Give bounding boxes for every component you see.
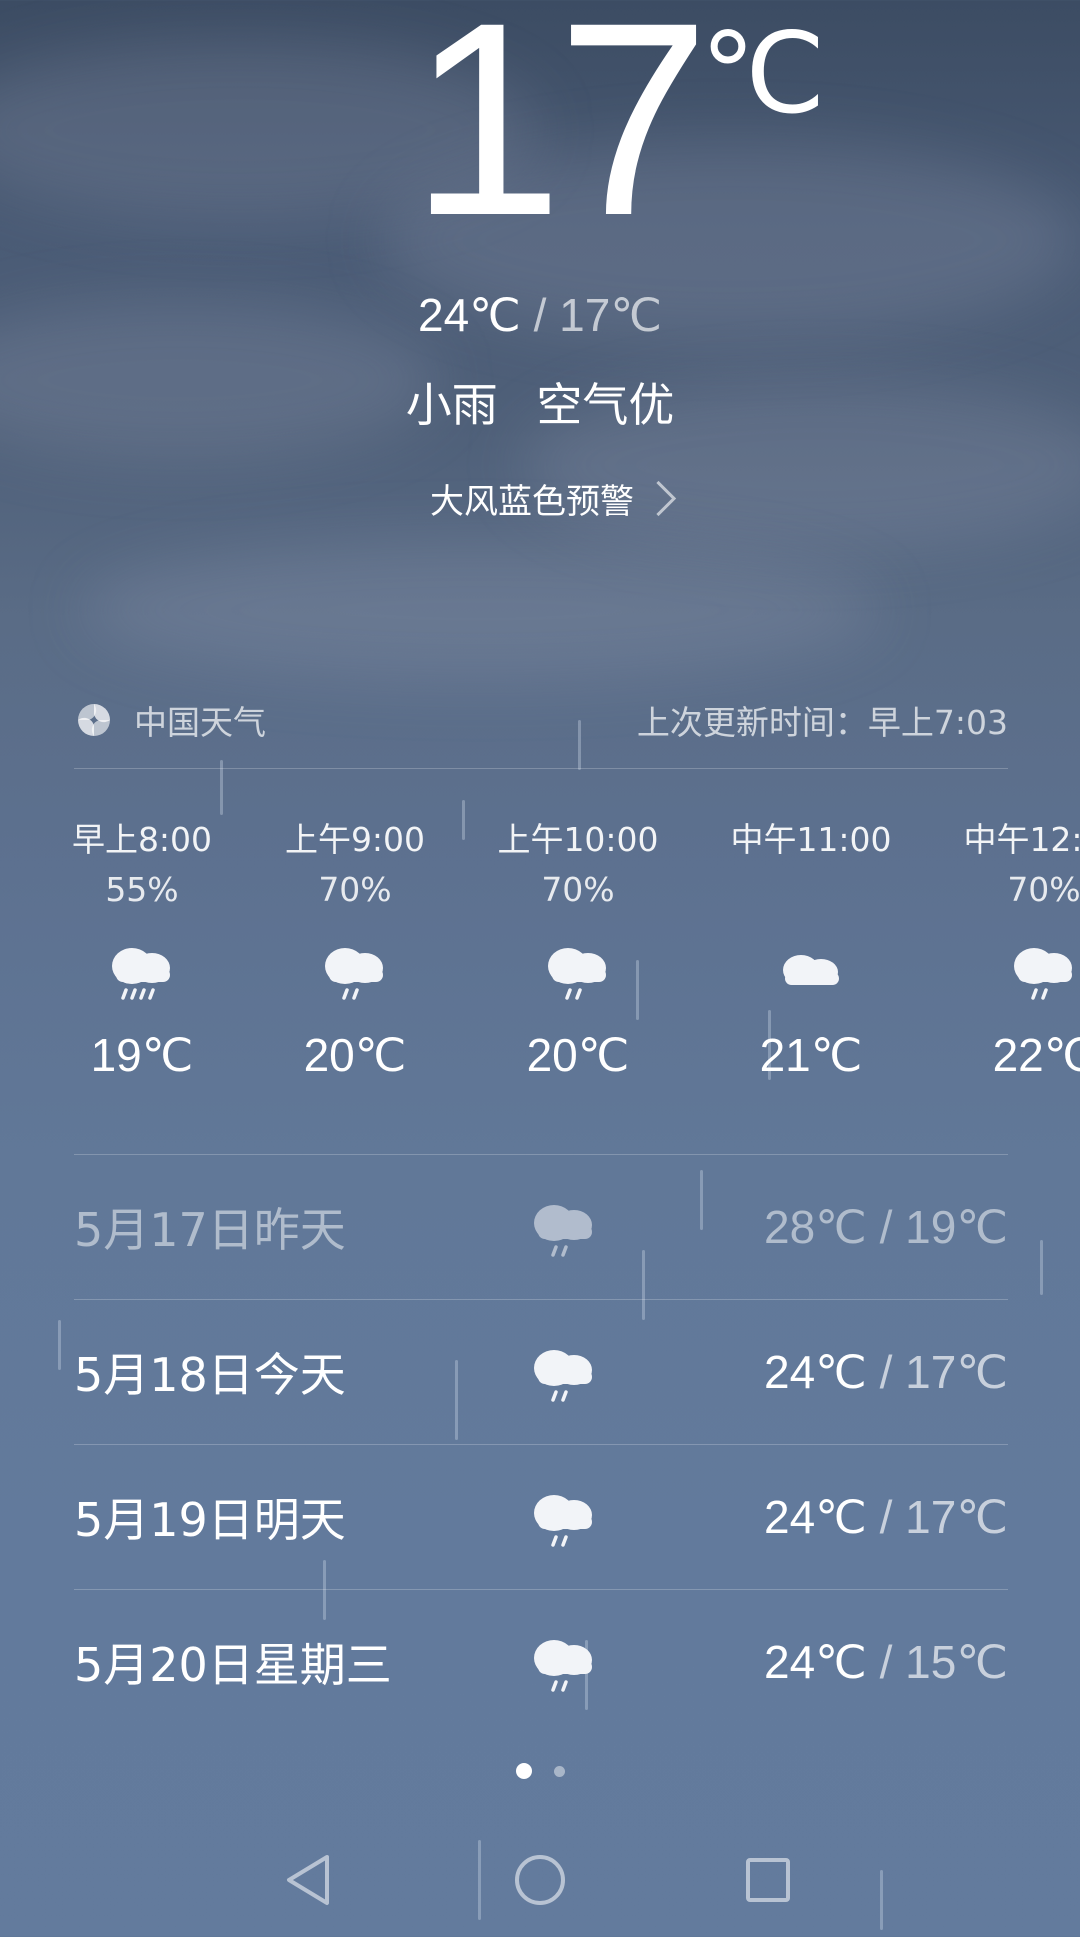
hour-temp: 20℃ [303,1029,407,1081]
day-date: 5月17日昨天 [74,1203,346,1257]
hourly-item: 中午11:00 21℃ [711,815,911,1085]
day-high: 28℃ [764,1201,867,1253]
daily-row[interactable]: 5月17日昨天 28℃ / 19℃ [74,1155,1008,1299]
rain-light-icon [478,915,678,1025]
range-separator: / [879,1201,893,1253]
range-separator: / [879,1346,893,1398]
rain-light-icon [504,1195,624,1259]
air-quality-text: 空气优 [536,378,675,432]
range-separator: / [879,1491,893,1543]
hourly-item: 中午12:00 70% 22℃ [944,815,1080,1085]
day-date: 5月20日星期三 [74,1638,392,1692]
current-condition: 小雨 空气优 [0,375,1080,435]
day-temp-range: 28℃ / 19℃ [624,1200,1008,1254]
range-separator: / [879,1636,893,1688]
rain-light-icon [255,915,455,1025]
rain-heavy-icon [42,915,242,1025]
rain-light-icon [944,915,1080,1025]
rain-light-icon [504,1340,624,1404]
hourly-item: 早上8:00 55% 19℃ [42,815,242,1085]
today-high-low: 24℃ / 17℃ [0,285,1080,345]
day-low: 15℃ [905,1636,1008,1688]
precip-chance: 70% [1007,870,1080,909]
condition-text: 小雨 [405,378,498,432]
chevron-right-icon [640,480,677,516]
recents-icon[interactable] [728,1840,808,1920]
day-date: 5月19日明天 [74,1493,346,1547]
precip-chance: 55% [105,870,179,909]
page-dot[interactable] [553,1765,565,1777]
day-low: 19℃ [905,1201,1008,1253]
navigation-bar [0,1820,1080,1937]
hourly-item: 上午10:00 70% 20℃ [478,815,678,1085]
day-temp-range: 24℃ / 17℃ [624,1345,1008,1399]
home-icon[interactable] [500,1840,580,1920]
rain-light-icon [504,1485,624,1549]
day-low: 17℃ [905,1346,1008,1398]
hour-time: 中午11:00 [730,820,892,859]
today-low: 17℃ [559,289,662,341]
current-temperature: 17 [410,0,710,273]
hour-temp: 19℃ [90,1029,194,1081]
day-date: 5月18日今天 [74,1348,346,1402]
daily-row[interactable]: 5月18日今天 24℃ / 17℃ [74,1300,1008,1444]
page-dot-active[interactable] [515,1763,532,1779]
hour-temp: 21℃ [759,1029,863,1081]
precip-chance: 70% [318,870,392,909]
temperature-unit: ℃ [700,11,826,136]
hourly-forecast[interactable]: 早上8:00 55% 19℃ 上午9:00 70% 20℃ 上午10:00 70… [0,815,1080,1115]
precip-chance: 70% [541,870,615,909]
rain-light-icon [504,1630,624,1694]
cloudy-icon [711,915,911,1025]
day-temp-range: 24℃ / 15℃ [624,1635,1008,1689]
day-temp-range: 24℃ / 17℃ [624,1490,1008,1544]
hour-time: 中午12:00 [963,820,1080,859]
hourly-item: 上午9:00 70% 20℃ [255,815,455,1085]
precip-chance [711,865,911,915]
today-high: 24℃ [418,289,521,341]
day-low: 17℃ [905,1491,1008,1543]
hour-temp: 20℃ [526,1029,630,1081]
hour-temp: 22℃ [992,1029,1080,1081]
daily-row[interactable]: 5月20日星期三 24℃ / 15℃ [74,1590,1008,1734]
last-updated: 上次更新时间：早上7:03 [636,703,1008,742]
weather-alert-link[interactable]: 大风蓝色预警 [430,470,677,526]
hour-time: 上午10:00 [497,820,659,859]
source-row: 中国天气 上次更新时间：早上7:03 [74,695,1008,745]
source-provider: 中国天气 [134,703,266,742]
day-high: 24℃ [764,1491,867,1543]
high-low-separator: / [533,289,547,341]
hour-time: 上午9:00 [284,820,426,859]
page-indicator[interactable] [0,1763,1080,1779]
hour-time: 早上8:00 [71,820,213,859]
china-weather-logo-icon [78,704,110,736]
back-icon[interactable] [268,1840,348,1920]
daily-row[interactable]: 5月19日明天 24℃ / 17℃ [74,1445,1008,1589]
divider [74,768,1008,769]
alert-text: 大风蓝色预警 [430,481,634,522]
day-high: 24℃ [764,1346,867,1398]
day-high: 24℃ [764,1636,867,1688]
